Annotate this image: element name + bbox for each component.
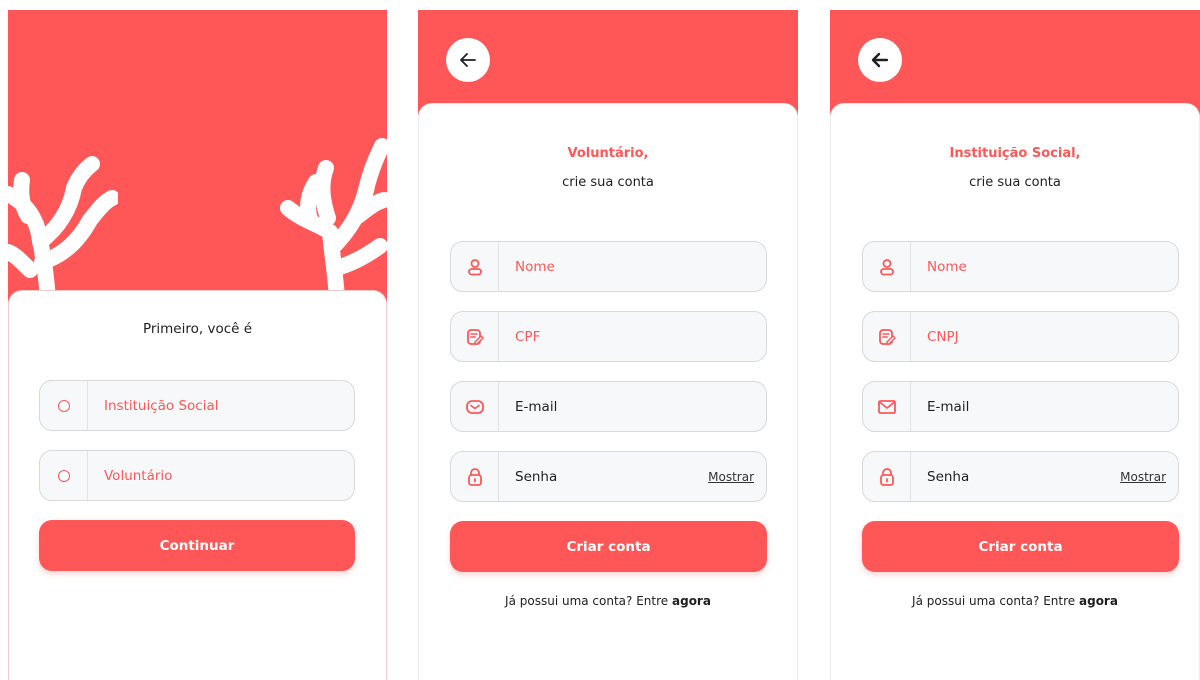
coral-left-illustration bbox=[8, 156, 118, 300]
document-edit-icon bbox=[878, 328, 896, 345]
mail-icon bbox=[465, 399, 484, 414]
role-heading: Primeiro, você é bbox=[142, 321, 253, 337]
hero-banner bbox=[8, 10, 387, 310]
user-icon bbox=[879, 258, 894, 275]
login-link[interactable]: agora bbox=[1079, 594, 1118, 608]
signup-card: Instituição Social, crie sua conta Nome … bbox=[830, 103, 1200, 680]
signup-title: Instituição Social, bbox=[949, 146, 1081, 161]
show-password-link[interactable]: Mostrar bbox=[1120, 470, 1166, 484]
institution-signup-screen: Instituição Social, crie sua conta Nome … bbox=[830, 10, 1200, 680]
lock-icon bbox=[879, 467, 894, 486]
lock-icon bbox=[467, 467, 482, 486]
login-prompt: Já possui uma conta? Entre agora bbox=[831, 594, 1199, 608]
continue-button[interactable]: Continuar bbox=[39, 520, 355, 571]
name-field[interactable]: Nome bbox=[450, 241, 767, 292]
login-prompt-text: Já possui uma conta? Entre bbox=[912, 594, 1076, 608]
back-button[interactable] bbox=[446, 38, 490, 82]
role-selection-screen: Primeiro, você é Instituição Social Volu… bbox=[8, 10, 387, 680]
mail-icon bbox=[877, 399, 896, 414]
cnpj-placeholder: CNPJ bbox=[927, 328, 959, 345]
password-field[interactable]: Senha Mostrar bbox=[450, 451, 767, 502]
login-prompt: Já possui uma conta? Entre agora bbox=[419, 594, 797, 608]
coral-right-illustration bbox=[280, 138, 387, 310]
login-prompt-text: Já possui uma conta? Entre bbox=[505, 594, 669, 608]
show-password-link[interactable]: Mostrar bbox=[708, 470, 754, 484]
volunteer-signup-screen: Voluntário, crie sua conta Nome CPF E-ma… bbox=[418, 10, 798, 680]
name-field[interactable]: Nome bbox=[862, 241, 1179, 292]
cnpj-field[interactable]: CNPJ bbox=[862, 311, 1179, 362]
email-field[interactable]: E-mail bbox=[450, 381, 767, 432]
signup-subtitle: crie sua conta bbox=[969, 175, 1061, 190]
name-placeholder: Nome bbox=[927, 258, 967, 275]
email-field[interactable]: E-mail bbox=[862, 381, 1179, 432]
email-placeholder: E-mail bbox=[927, 398, 970, 415]
password-field[interactable]: Senha Mostrar bbox=[862, 451, 1179, 502]
email-placeholder: E-mail bbox=[515, 398, 558, 415]
cpf-placeholder: CPF bbox=[515, 328, 541, 345]
option-voluntario[interactable]: Voluntário bbox=[39, 450, 355, 501]
user-icon bbox=[467, 258, 482, 275]
arrow-left-icon bbox=[460, 53, 476, 67]
option-label: Voluntário bbox=[104, 467, 173, 484]
radio-empty-icon bbox=[57, 469, 70, 482]
document-edit-icon bbox=[466, 328, 484, 345]
arrow-left-icon bbox=[871, 52, 889, 68]
create-account-button[interactable]: Criar conta bbox=[862, 521, 1179, 572]
login-link[interactable]: agora bbox=[672, 594, 711, 608]
signup-card: Voluntário, crie sua conta Nome CPF E-ma… bbox=[418, 103, 798, 680]
password-placeholder: Senha bbox=[927, 468, 970, 485]
signup-subtitle: crie sua conta bbox=[562, 175, 654, 190]
create-account-button[interactable]: Criar conta bbox=[450, 521, 767, 572]
option-instituicao-social[interactable]: Instituição Social bbox=[39, 380, 355, 431]
radio-empty-icon bbox=[57, 399, 70, 412]
role-card: Primeiro, você é Instituição Social Volu… bbox=[8, 290, 387, 680]
password-placeholder: Senha bbox=[515, 468, 558, 485]
name-placeholder: Nome bbox=[515, 258, 555, 275]
option-label: Instituição Social bbox=[104, 397, 219, 414]
signup-title: Voluntário, bbox=[567, 146, 649, 161]
back-button[interactable] bbox=[858, 38, 902, 82]
cpf-field[interactable]: CPF bbox=[450, 311, 767, 362]
